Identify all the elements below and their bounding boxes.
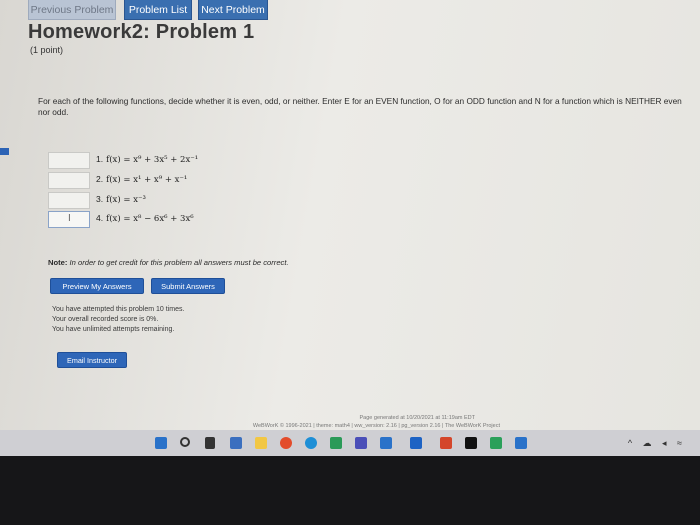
email-instructor-button[interactable]: Email Instructor	[57, 352, 127, 368]
widgets-icon[interactable]	[230, 437, 242, 449]
question-text-4: 4. f(x) = x⁸ − 6x⁶ + 3x⁶	[96, 213, 194, 224]
app-icon-red[interactable]	[440, 437, 452, 449]
preview-answers-button[interactable]: Preview My Answers	[50, 278, 144, 294]
chrome-icon[interactable]	[280, 437, 292, 449]
app-icon-blue[interactable]	[380, 437, 392, 449]
file-explorer-icon[interactable]	[255, 437, 267, 449]
app-icon-blue-2[interactable]	[515, 437, 527, 449]
word-icon[interactable]	[410, 437, 422, 449]
attempts-text: You have attempted this problem 10 times…	[52, 306, 185, 313]
app-icon-purple[interactable]	[355, 437, 367, 449]
edge-icon[interactable]	[305, 437, 317, 449]
search-icon[interactable]	[180, 437, 190, 447]
next-problem-button[interactable]: Next Problem	[198, 0, 268, 20]
app-icon-green-2[interactable]	[490, 437, 502, 449]
remaining-attempts-text: You have unlimited attempts remaining.	[52, 326, 175, 333]
question-text-1: 1. f(x) = x⁹ + 3x⁵ + 2x⁻¹	[96, 154, 199, 165]
system-tray[interactable]: ^ ☁ ◂ ≈	[628, 438, 686, 449]
app-icon-green[interactable]	[330, 437, 342, 449]
question-text-2: 2. f(x) = x¹ + x⁹ + x⁻¹	[96, 174, 188, 185]
submit-answers-button[interactable]: Submit Answers	[151, 278, 225, 294]
task-view-icon[interactable]	[205, 437, 215, 449]
answer-input-2[interactable]	[48, 172, 90, 189]
score-text: Your overall recorded score is 0%.	[52, 316, 159, 323]
app-icon-black[interactable]	[465, 437, 477, 449]
page-title: Homework2: Problem 1	[28, 21, 255, 43]
left-edge-marker	[0, 148, 9, 155]
answer-input-1[interactable]	[48, 152, 90, 169]
answer-input-3[interactable]	[48, 192, 90, 209]
points-label: (1 point)	[30, 45, 64, 55]
taskbar: ^ ☁ ◂ ≈	[0, 430, 700, 456]
problem-instructions: For each of the following functions, dec…	[38, 96, 682, 117]
previous-problem-button[interactable]: Previous Problem	[28, 0, 116, 20]
question-text-3: 3. f(x) = x⁻³	[96, 194, 146, 205]
copyright-text: WeBWorK © 1996-2021 | theme: math4 | ww_…	[252, 423, 500, 429]
text-cursor-icon: I	[68, 213, 71, 224]
start-icon[interactable]	[155, 437, 167, 449]
credit-note: Note: In order to get credit for this pr…	[48, 258, 289, 267]
page-generated-text: Page generated at 10/20/2021 at 11:19am …	[359, 415, 475, 421]
browser-page: Previous Problem Problem List Next Probl…	[0, 0, 700, 430]
screen-bezel	[0, 456, 700, 525]
problem-list-button[interactable]: Problem List	[124, 0, 192, 20]
